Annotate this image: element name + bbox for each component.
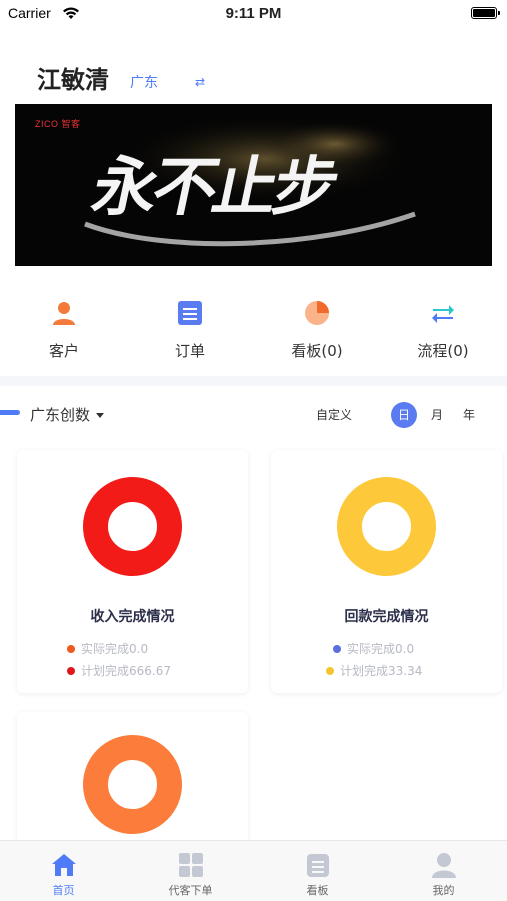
tab-label: 首页	[52, 884, 75, 897]
quick-action-label: 订单	[174, 342, 205, 360]
card-title: 回款完成情况	[344, 609, 429, 625]
third-donut-chart	[83, 735, 182, 834]
legend-item: 计划完成33.34	[326, 662, 422, 679]
quick-action-customer[interactable]: 客户	[9, 300, 119, 361]
legend-text: 计划完成33.34	[340, 664, 423, 678]
legend-text: 计划完成666.67	[81, 664, 171, 678]
card-title: 收入完成情况	[90, 609, 175, 625]
tab-label: 我的	[432, 884, 455, 897]
income-donut-chart	[83, 477, 182, 576]
org-name: 广东创数	[30, 406, 91, 424]
tab-label: 代客下单	[168, 884, 213, 897]
order-icon	[177, 300, 203, 326]
status-bar: Carrier 9:11 PM	[0, 0, 507, 28]
legend-text: 实际完成0.0	[347, 642, 415, 656]
home-icon	[50, 851, 78, 879]
section-divider	[0, 376, 507, 386]
legend-dot	[333, 645, 341, 653]
legend-item: 计划完成666.67	[67, 662, 171, 679]
user-name: 江敏清	[37, 66, 109, 94]
quick-action-label: 客户	[48, 342, 79, 360]
tab-home[interactable]: 首页	[0, 841, 127, 901]
quick-action-label: 流程(0)	[417, 342, 469, 360]
board-icon	[304, 851, 332, 879]
customer-icon	[51, 300, 77, 326]
income-completion-card[interactable]: 收入完成情况 实际完成0.0 计划完成666.67	[17, 450, 248, 693]
tab-label: 看板	[306, 884, 329, 897]
quick-action-flow[interactable]: 流程(0)	[388, 300, 498, 361]
quick-action-order[interactable]: 订单	[135, 300, 245, 361]
day-button[interactable]: 日	[391, 402, 417, 428]
legend-item: 实际完成0.0	[333, 640, 414, 657]
tab-bar: 首页 代客下单 看板 我的	[0, 840, 507, 901]
flow-icon	[430, 300, 456, 326]
legend-dot	[67, 645, 75, 653]
dashboard-icon	[304, 300, 330, 326]
banner-slogan: 永不止步	[85, 150, 342, 225]
tab-board[interactable]: 看板	[254, 841, 381, 901]
tab-profile[interactable]: 我的	[380, 841, 507, 901]
quick-action-label: 看板(0)	[291, 342, 343, 360]
section-accent	[0, 410, 20, 415]
profile-icon	[430, 851, 458, 879]
year-button[interactable]: 年	[463, 406, 475, 423]
caret-down-icon	[96, 413, 105, 418]
quick-action-dashboard[interactable]: 看板(0)	[262, 300, 372, 361]
swap-icon[interactable]: ⇄	[195, 75, 205, 89]
grid-order-icon	[177, 851, 205, 879]
clock: 9:11 PM	[225, 5, 282, 22]
legend-item: 实际完成0.0	[67, 640, 148, 657]
payment-donut-chart	[337, 477, 436, 576]
legend-dot	[67, 667, 75, 675]
legend-text: 实际完成0.0	[81, 642, 149, 656]
brand-logo: ZICO 智客	[35, 119, 81, 129]
payment-completion-card[interactable]: 回款完成情况 实际完成0.0 计划完成33.34	[271, 450, 502, 693]
battery-icon	[471, 7, 500, 19]
custom-range-button[interactable]: 自定义	[316, 406, 352, 423]
tab-proxy-order[interactable]: 代客下单	[127, 841, 254, 901]
legend-dot	[326, 667, 334, 675]
org-selector[interactable]: 广东创数	[30, 404, 105, 425]
month-button[interactable]: 月	[431, 406, 443, 423]
region-selector[interactable]: 广东	[130, 72, 158, 92]
